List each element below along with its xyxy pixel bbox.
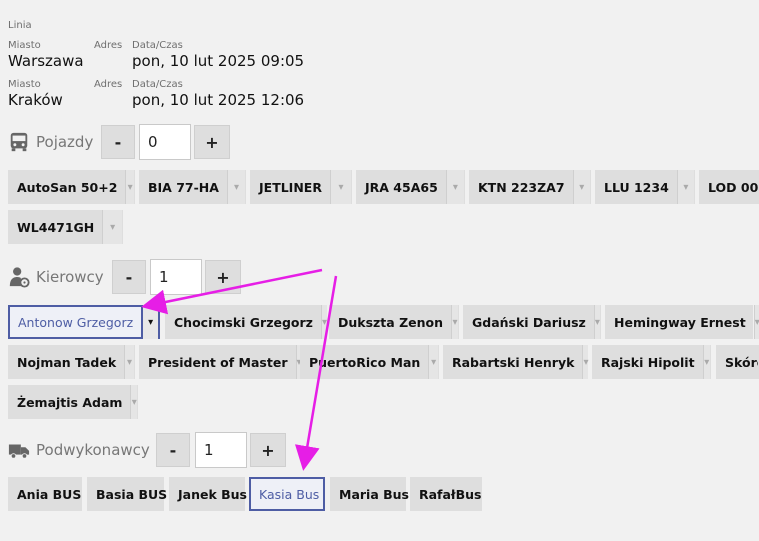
caret-down-icon[interactable]: ▾ <box>124 345 134 379</box>
driver-option[interactable]: PuertoRico Man ▾ <box>300 345 439 379</box>
vehicle-option-label: LLU 1234 <box>604 179 669 195</box>
driver-option-label: Hemingway Ernest <box>614 314 746 330</box>
vehicle-option-label: BIA 77-HA <box>148 179 219 195</box>
subcontractors-title: Podwykonawcy <box>36 441 150 459</box>
datetime-label: Data/Czas <box>132 40 183 51</box>
subcontractors-increment-button[interactable]: + <box>250 433 286 467</box>
subcontractor-option-label: Kasia Bus <box>259 486 320 502</box>
subcontractor-option-label: Basia BUS <box>96 486 168 502</box>
drivers-header: Kierowcy <box>8 266 104 288</box>
vehicle-option-label: JETLINER <box>259 179 322 195</box>
vehicle-option[interactable]: WL4471GH ▾ <box>8 210 123 244</box>
caret-down-icon[interactable]: ▾ <box>593 305 600 339</box>
departure-datetime: pon, 10 lut 2025 09:05 <box>132 52 305 70</box>
driver-option-label: Rajski Hipolit <box>601 354 695 370</box>
caret-down-icon[interactable]: ▾ <box>753 305 759 339</box>
driver-option[interactable]: Skórc <box>716 345 759 379</box>
subcontractor-option[interactable]: Janek Bus <box>169 477 247 511</box>
vehicles-decrement-button[interactable]: - <box>101 125 135 159</box>
driver-option[interactable]: Gdański Dariusz ▾ <box>463 305 601 339</box>
driver-icon <box>9 267 30 288</box>
caret-down-icon[interactable]: ▾ <box>141 305 158 339</box>
vehicle-option[interactable]: KTN 223ZA7 ▾ <box>469 170 591 204</box>
drivers-increment-button[interactable]: + <box>205 260 241 294</box>
caret-down-icon[interactable]: ▾ <box>451 305 458 339</box>
line-label: Linia <box>8 20 32 31</box>
caret-down-icon[interactable]: ▾ <box>582 345 589 379</box>
address-label: Adres <box>94 40 123 51</box>
subcontractor-option[interactable]: Ania BUS <box>8 477 82 511</box>
subcontractors-header: Podwykonawcy <box>8 439 150 461</box>
subcontractor-option[interactable]: RafałBus <box>410 477 482 511</box>
driver-option-label: Dukszta Zenon <box>338 314 443 330</box>
driver-option-label: Chocimski Grzegorz <box>174 314 313 330</box>
vehicles-count-input[interactable]: 0 <box>139 124 191 160</box>
vehicle-option[interactable]: LLU 1234 ▾ <box>595 170 695 204</box>
driver-option-selected[interactable]: Antonow Grzegorz ▾ <box>8 305 160 339</box>
vehicle-option-label: WL4471GH <box>17 219 95 235</box>
drivers-title: Kierowcy <box>36 268 104 286</box>
subcontractors-decrement-button[interactable]: - <box>156 433 190 467</box>
subcontractor-option-label: RafałBus <box>419 486 482 502</box>
driver-option[interactable]: Chocimski Grzegorz ▾ <box>165 305 327 339</box>
caret-down-icon[interactable]: ▾ <box>428 345 438 379</box>
arrival-city: Kraków <box>8 91 63 109</box>
caret-down-icon[interactable]: ▾ <box>226 170 245 204</box>
city-label: Miasto <box>8 79 41 90</box>
vehicle-option-label: LOD 002 <box>708 179 759 195</box>
drivers-decrement-button[interactable]: - <box>112 260 146 294</box>
vehicle-option[interactable]: LOD 002 <box>699 170 759 204</box>
driver-option-label: Żemajtis Adam <box>17 394 123 410</box>
caret-down-icon[interactable]: ▾ <box>329 170 351 204</box>
subcontractor-option-label: Ania BUS <box>17 486 82 502</box>
subcontractor-option-label: Janek Bus <box>178 486 247 502</box>
departure-city: Warszawa <box>8 52 84 70</box>
vehicle-option[interactable]: BIA 77-HA ▾ <box>139 170 246 204</box>
arrival-datetime: pon, 10 lut 2025 12:06 <box>132 91 305 109</box>
subcontractor-option-selected[interactable]: Kasia Bus <box>249 477 325 511</box>
vehicles-title: Pojazdy <box>36 133 94 151</box>
vehicles-increment-button[interactable]: + <box>194 125 230 159</box>
subcontractor-option-label: Maria Bus <box>339 486 409 502</box>
vehicle-option-label: JRA 45A65 <box>365 179 438 195</box>
truck-icon <box>8 444 30 459</box>
caret-down-icon[interactable]: ▾ <box>702 345 710 379</box>
driver-option[interactable]: President of Master▾ <box>139 345 302 379</box>
caret-down-icon[interactable]: ▾ <box>320 305 327 339</box>
driver-option[interactable]: Hemingway Ernest ▾ <box>605 305 759 339</box>
driver-option[interactable]: Żemajtis Adam ▾ <box>8 385 138 419</box>
vehicle-option-label: KTN 223ZA7 <box>478 179 565 195</box>
city-label: Miasto <box>8 40 41 51</box>
address-label: Adres <box>94 79 123 90</box>
vehicle-option[interactable]: AutoSan 50+2 ▾ <box>8 170 135 204</box>
subcontractor-option[interactable]: Maria Bus <box>330 477 409 511</box>
driver-option-label: Nojman Tadek <box>17 354 117 370</box>
datetime-label: Data/Czas <box>132 79 183 90</box>
subcontractors-count-input[interactable]: 1 <box>195 432 247 468</box>
vehicle-option[interactable]: JRA 45A65 ▾ <box>356 170 465 204</box>
vehicle-option-label: AutoSan 50+2 <box>17 179 118 195</box>
drivers-count-input[interactable]: 1 <box>150 259 202 295</box>
driver-option-label: Gdański Dariusz <box>472 314 586 330</box>
vehicle-option[interactable]: JETLINER ▾ <box>250 170 352 204</box>
bus-icon <box>10 132 28 152</box>
driver-option-label: PuertoRico Man <box>309 354 421 370</box>
caret-down-icon[interactable]: ▾ <box>572 170 590 204</box>
driver-option-label: Skórc <box>725 354 758 370</box>
caret-down-icon[interactable]: ▾ <box>125 170 134 204</box>
driver-option[interactable]: Rajski Hipolit ▾ <box>592 345 711 379</box>
driver-option[interactable]: Dukszta Zenon ▾ <box>329 305 459 339</box>
driver-option-label: President of Master <box>148 354 288 370</box>
driver-option-label: Rabartski Henryk <box>452 354 575 370</box>
caret-down-icon[interactable]: ▾ <box>676 170 694 204</box>
caret-down-icon[interactable]: ▾ <box>102 210 122 244</box>
driver-option[interactable]: Nojman Tadek ▾ <box>8 345 135 379</box>
subcontractor-option[interactable]: Basia BUS <box>87 477 167 511</box>
driver-option[interactable]: Rabartski Henryk ▾ <box>443 345 589 379</box>
vehicles-header: Pojazdy <box>8 131 93 153</box>
caret-down-icon[interactable]: ▾ <box>445 170 464 204</box>
caret-down-icon[interactable]: ▾ <box>130 385 137 419</box>
driver-option-label: Antonow Grzegorz <box>18 314 134 330</box>
